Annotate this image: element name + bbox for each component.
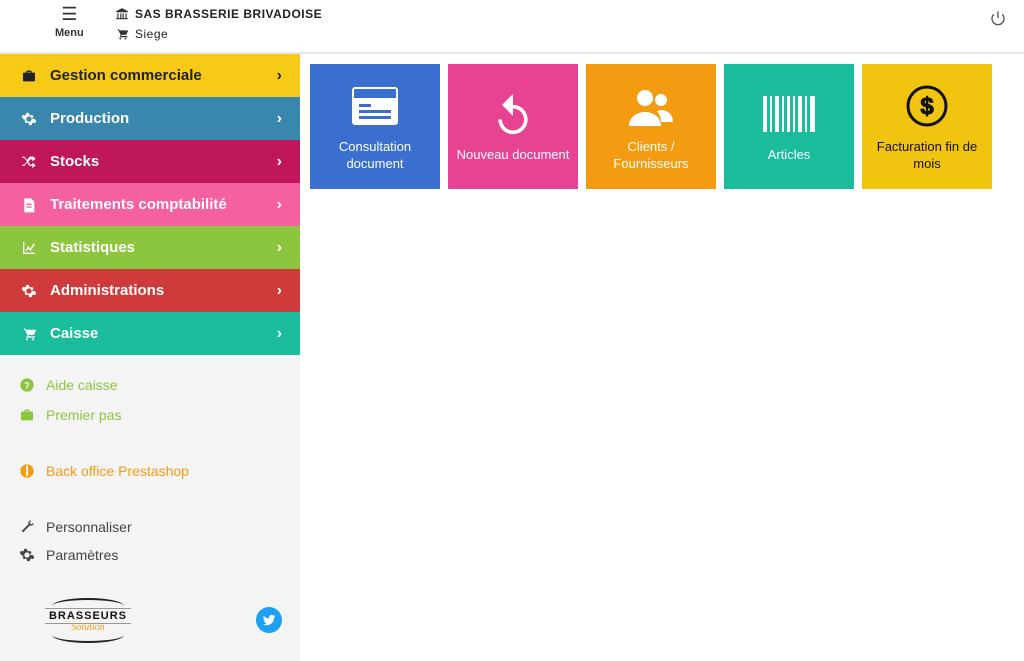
sidebar: Gestion commerciale › Production › Stock… [0, 54, 300, 661]
location-name: Siege [135, 27, 168, 41]
link-label: Personnaliser [46, 519, 132, 535]
nav-label: Stocks [50, 153, 99, 170]
tile-label: Clients / Fournisseurs [592, 139, 710, 172]
cart-icon [115, 26, 129, 42]
nav-label: Administrations [50, 282, 164, 299]
chevron-right-icon: › [277, 67, 282, 85]
header-info: SAS BRASSERIE BRIVADOISE Siege [115, 6, 322, 46]
gear-icon [18, 111, 40, 127]
nav-caisse[interactable]: Caisse › [0, 312, 300, 355]
file-icon [18, 197, 40, 213]
link-parametres[interactable]: Paramètres [18, 547, 282, 563]
tile-label: Nouveau document [457, 147, 570, 163]
brand-logo: BRASSEURS Solution [28, 595, 148, 645]
link-premier-pas[interactable]: Premier pas [18, 407, 282, 423]
sidebar-footer: BRASSEURS Solution [0, 585, 300, 645]
twitter-icon [262, 613, 276, 627]
menu-toggle-label: Menu [55, 27, 84, 39]
twitter-button[interactable] [256, 607, 282, 633]
chevron-right-icon: › [277, 282, 282, 300]
dollar-icon: $ [905, 81, 949, 131]
wrench-icon [18, 519, 36, 535]
main-nav: Gestion commerciale › Production › Stock… [0, 54, 300, 355]
link-label: Aide caisse [46, 377, 118, 393]
svg-text:$: $ [920, 93, 934, 120]
chart-icon [18, 240, 40, 256]
menu-toggle[interactable]: ☰ Menu [55, 4, 84, 39]
link-aide-caisse[interactable]: ? Aide caisse [18, 377, 282, 393]
doc-consult-icon [351, 81, 399, 131]
body: Gestion commerciale › Production › Stock… [0, 54, 1024, 661]
link-label: Premier pas [46, 407, 121, 423]
tile-clients-fournisseurs[interactable]: Clients / Fournisseurs [586, 64, 716, 189]
tile-nouveau-document[interactable]: Nouveau document [448, 64, 578, 189]
secondary-links: ? Aide caisse Premier pas Back office Pr… [0, 355, 300, 585]
brand-sub: Solution [71, 622, 104, 633]
svg-text:?: ? [24, 380, 30, 390]
gear-icon [18, 547, 36, 563]
chevron-right-icon: › [277, 196, 282, 214]
link-back-office[interactable]: Back office Prestashop [18, 463, 282, 479]
header: ☰ Menu SAS BRASSERIE BRIVADOISE Siege [0, 0, 1024, 52]
tile-label: Articles [768, 147, 811, 163]
cog-icon [18, 283, 40, 299]
company-icon [115, 6, 129, 22]
power-button[interactable] [990, 10, 1006, 29]
nav-production[interactable]: Production › [0, 97, 300, 140]
globe-icon [18, 463, 36, 479]
nav-label: Production [50, 110, 129, 127]
help-icon: ? [18, 377, 36, 393]
chevron-right-icon: › [277, 110, 282, 128]
company-name: SAS BRASSERIE BRIVADOISE [135, 7, 322, 21]
link-personnaliser[interactable]: Personnaliser [18, 519, 282, 535]
app-root: ☰ Menu SAS BRASSERIE BRIVADOISE Siege [0, 0, 1024, 661]
nav-statistiques[interactable]: Statistiques › [0, 226, 300, 269]
undo-icon [491, 89, 535, 139]
tile-facturation[interactable]: $ Facturation fin de mois [862, 64, 992, 189]
link-label: Paramètres [46, 547, 118, 563]
cart-icon [18, 326, 40, 342]
tile-label: Facturation fin de mois [868, 139, 986, 172]
hamburger-icon: ☰ [55, 4, 84, 25]
nav-label: Gestion commerciale [50, 67, 202, 84]
nav-stocks[interactable]: Stocks › [0, 140, 300, 183]
nav-label: Statistiques [50, 239, 135, 256]
nav-administrations[interactable]: Administrations › [0, 269, 300, 312]
nav-label: Caisse [50, 325, 98, 342]
shuffle-icon [18, 154, 40, 170]
nav-gestion-commerciale[interactable]: Gestion commerciale › [0, 54, 300, 97]
nav-label: Traitements comptabilité [50, 196, 227, 213]
tile-articles[interactable]: Articles [724, 64, 854, 189]
dashboard-tiles: Consultation document Nouveau document C… [310, 64, 1014, 189]
barcode-icon [763, 89, 815, 139]
chevron-right-icon: › [277, 153, 282, 171]
nav-traitements-comptabilite[interactable]: Traitements comptabilité › [0, 183, 300, 226]
tile-label: Consultation document [316, 139, 434, 172]
tile-consultation-document[interactable]: Consultation document [310, 64, 440, 189]
chevron-right-icon: › [277, 239, 282, 257]
main-content: Consultation document Nouveau document C… [300, 54, 1024, 661]
briefcase-icon [18, 68, 40, 84]
users-icon [627, 81, 675, 131]
briefcase-icon [18, 407, 36, 423]
chevron-right-icon: › [277, 325, 282, 343]
link-label: Back office Prestashop [46, 463, 189, 479]
